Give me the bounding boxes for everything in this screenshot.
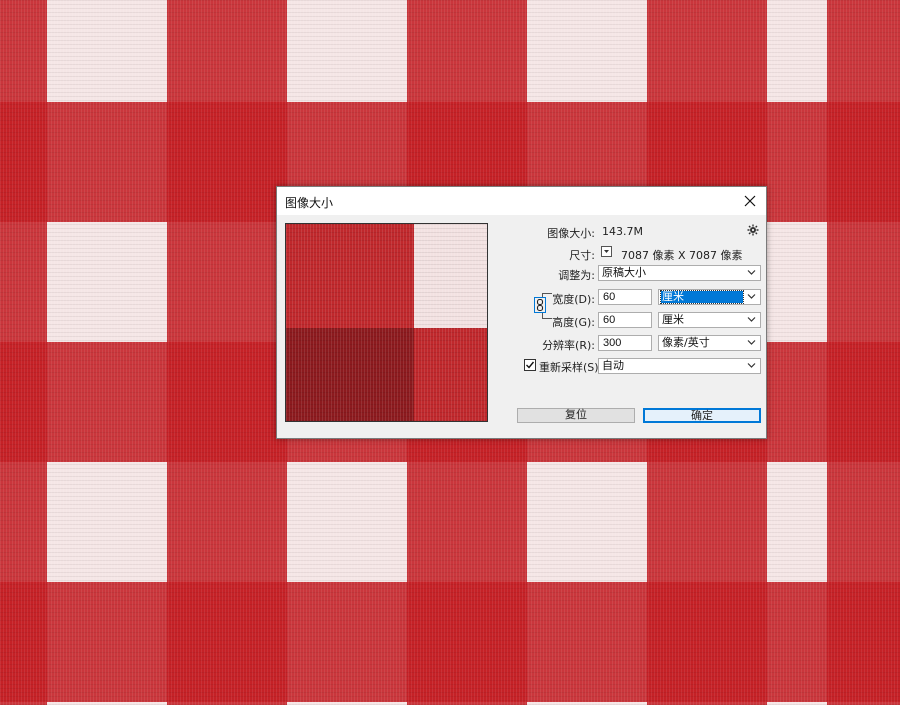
checkmark-icon bbox=[526, 361, 535, 369]
chain-link-icon bbox=[536, 298, 544, 312]
resample-select[interactable]: 自动 bbox=[598, 358, 761, 374]
width-input[interactable] bbox=[598, 289, 652, 305]
height-input[interactable] bbox=[598, 312, 652, 328]
image-size-dialog: 图像大小 图像大小: 143.7M 尺寸: 7087 像素 X 7087 像素 … bbox=[276, 186, 767, 439]
chevron-down-icon bbox=[747, 363, 756, 368]
dimensions-unit-toggle[interactable] bbox=[601, 246, 612, 257]
dropdown-toggle-icon bbox=[604, 250, 609, 253]
fit-to-select[interactable]: 原稿大小 bbox=[598, 265, 761, 281]
dialog-titlebar: 图像大小 bbox=[277, 187, 766, 215]
chevron-down-icon bbox=[747, 340, 756, 345]
close-button[interactable] bbox=[734, 187, 766, 215]
resample-label: 重新采样(S): bbox=[539, 361, 603, 374]
image-size-label: 图像大小: bbox=[547, 227, 595, 240]
resample-value: 自动 bbox=[602, 359, 624, 372]
fit-to-label: 调整为: bbox=[558, 269, 595, 282]
resolution-label: 分辨率(R): bbox=[542, 339, 595, 352]
resolution-input[interactable] bbox=[598, 335, 652, 351]
width-label: 宽度(D): bbox=[552, 293, 595, 306]
resample-checkbox[interactable] bbox=[524, 359, 536, 371]
image-preview[interactable] bbox=[285, 223, 488, 422]
height-unit-select[interactable]: 厘米 bbox=[658, 312, 761, 328]
resolution-unit-select[interactable]: 像素/英寸 bbox=[658, 335, 761, 351]
resolution-unit-value: 像素/英寸 bbox=[662, 336, 710, 349]
chevron-down-icon bbox=[747, 317, 756, 322]
settings-button[interactable] bbox=[747, 224, 761, 238]
dimensions-label: 尺寸: bbox=[569, 249, 595, 262]
fit-to-value: 原稿大小 bbox=[602, 266, 646, 279]
height-unit-value: 厘米 bbox=[662, 313, 684, 326]
preview-texture bbox=[286, 224, 487, 421]
constrain-proportions-button[interactable] bbox=[534, 297, 546, 313]
close-icon bbox=[744, 195, 756, 207]
height-label: 高度(G): bbox=[552, 316, 595, 329]
chevron-down-icon bbox=[747, 270, 756, 275]
dimensions-value: 7087 像素 X 7087 像素 bbox=[621, 249, 743, 262]
gear-icon bbox=[747, 224, 759, 236]
width-unit-select[interactable]: 厘米 bbox=[658, 289, 761, 305]
width-unit-value: 厘米 bbox=[660, 290, 744, 304]
image-size-value: 143.7M bbox=[602, 225, 643, 238]
reset-button[interactable]: 复位 bbox=[517, 408, 635, 423]
dialog-title: 图像大小 bbox=[285, 196, 334, 210]
ok-button[interactable]: 确定 bbox=[643, 408, 761, 423]
chevron-down-icon bbox=[747, 294, 756, 299]
